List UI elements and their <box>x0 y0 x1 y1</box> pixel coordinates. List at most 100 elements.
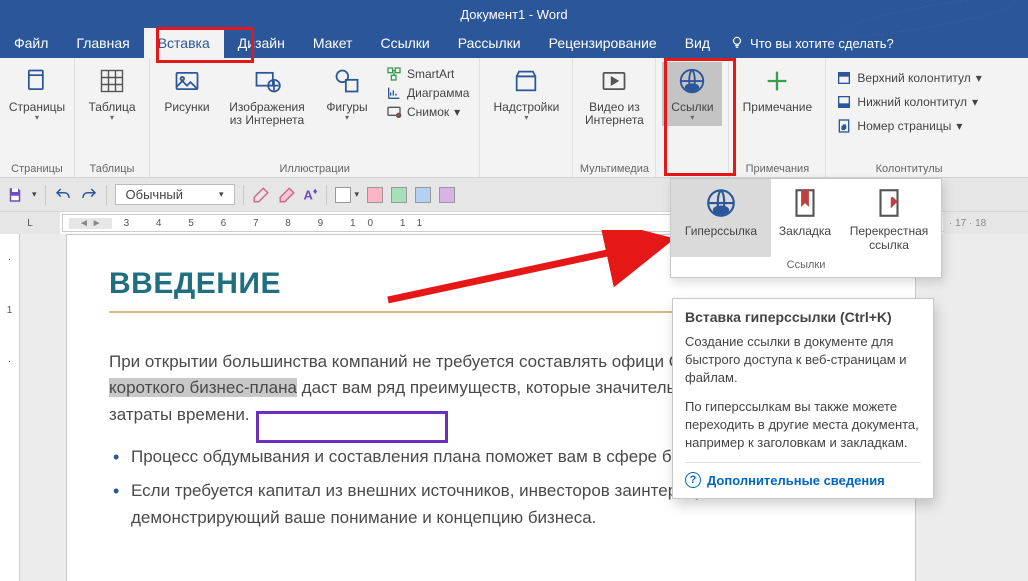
eraser-icon <box>278 186 296 204</box>
group-label <box>480 161 572 177</box>
comment-button[interactable]: Примечание <box>735 62 819 117</box>
style-value: Обычный <box>126 187 183 202</box>
table-button[interactable]: Таблица ▾ <box>81 62 143 126</box>
tab-references[interactable]: Ссылки <box>366 28 443 58</box>
tab-layout[interactable]: Макет <box>299 28 367 58</box>
qa-eraser-2[interactable] <box>278 186 296 204</box>
tooltip-hyperlink: Вставка гиперссылки (Ctrl+K) Создание сс… <box>672 298 934 499</box>
crossref-button[interactable]: Перекрестная ссылка <box>839 179 939 257</box>
pictures-button[interactable]: Рисунки <box>156 62 218 117</box>
svg-text:#: # <box>842 124 846 131</box>
tab-design[interactable]: Дизайн <box>224 28 299 58</box>
tooltip-text: Создание ссылки в документе для быстрого… <box>685 333 921 388</box>
crossref-label: Перекрестная ссылка <box>845 225 933 253</box>
qa-dropdown[interactable]: ▾ <box>32 189 37 200</box>
qa-eraser-1[interactable] <box>252 186 270 204</box>
qa-color-4[interactable] <box>439 187 455 203</box>
table-icon <box>96 65 128 97</box>
tab-home[interactable]: Главная <box>62 28 143 58</box>
pagenum-label: Номер страницы <box>857 119 951 133</box>
ribbon-insert: Страницы ▾ Страницы Таблица ▾ Таблицы Ри… <box>0 58 1028 178</box>
chart-icon <box>386 85 402 101</box>
screenshot-button[interactable]: Снимок ▾ <box>386 104 469 120</box>
group-links: Ссылки ▾ <box>656 58 729 177</box>
chart-button[interactable]: Диаграмма <box>386 85 469 101</box>
tab-view[interactable]: Вид <box>671 28 724 58</box>
bookmark-button[interactable]: Закладка <box>771 179 839 257</box>
group-headerfooter: Верхний колонтитул ▾ Нижний колонтитул ▾… <box>826 58 991 177</box>
chevron-down-icon: ▾ <box>956 119 962 133</box>
footer-button[interactable]: Нижний колонтитул ▾ <box>836 94 981 110</box>
header-button[interactable]: Верхний колонтитул ▾ <box>836 70 981 86</box>
selected-text[interactable]: короткого бизнес-плана <box>109 378 297 397</box>
redo-button[interactable] <box>80 186 98 204</box>
shapes-button[interactable]: Фигуры ▾ <box>316 62 378 126</box>
group-tables: Таблица ▾ Таблицы <box>75 58 150 177</box>
comment-label: Примечание <box>743 101 812 114</box>
tooltip-more-link[interactable]: ? Дополнительные сведения <box>685 462 921 488</box>
ruler-vertical[interactable]: ·1· <box>0 234 20 581</box>
online-pictures-button[interactable]: Изображения из Интернета <box>222 62 312 130</box>
hyperlink-button[interactable]: Гиперссылка <box>671 179 771 257</box>
links-button[interactable]: Ссылки ▾ <box>662 62 722 126</box>
lightbulb-icon <box>730 35 744 52</box>
help-icon: ? <box>685 472 701 488</box>
page-icon <box>21 65 53 97</box>
smartart-label: SmartArt <box>407 67 454 81</box>
addins-button[interactable]: Надстройки ▾ <box>486 62 566 126</box>
group-addins: Надстройки ▾ <box>480 58 573 177</box>
group-illustrations: Рисунки Изображения из Интернета Фигуры … <box>150 58 480 177</box>
panel-group-label: Ссылки <box>671 257 941 277</box>
pagenum-button[interactable]: # Номер страницы ▾ <box>836 118 981 134</box>
bookmark-label: Закладка <box>779 225 831 239</box>
chevron-down-icon: ▾ <box>690 114 694 123</box>
store-icon <box>510 65 542 97</box>
tooltip-text: По гиперссылкам вы также можете переходи… <box>685 398 921 453</box>
group-label: Иллюстрации <box>150 161 479 177</box>
smartart-icon <box>386 66 402 82</box>
video-icon <box>598 65 630 97</box>
tab-review[interactable]: Рецензирование <box>535 28 671 58</box>
chart-label: Диаграмма <box>407 86 469 100</box>
chevron-down-icon: ▾ <box>454 105 460 119</box>
group-label <box>656 161 728 177</box>
group-label: Примечания <box>729 161 825 177</box>
online-video-button[interactable]: Видео из Интернета <box>579 62 649 130</box>
hyperlink-label: Гиперссылка <box>685 225 757 239</box>
group-label: Колонтитулы <box>826 161 991 177</box>
group-label: Мультимедиа <box>573 161 655 177</box>
header-icon <box>836 70 852 86</box>
tab-file[interactable]: Файл <box>0 28 62 58</box>
qa-font-a[interactable]: A♦ <box>304 186 318 202</box>
chevron-down-icon: ▾ <box>972 95 978 109</box>
smartart-button[interactable]: SmartArt <box>386 66 469 82</box>
undo-button[interactable] <box>54 186 72 204</box>
pictures-label: Рисунки <box>164 101 209 114</box>
undo-icon <box>54 186 72 204</box>
tooltip-more-label: Дополнительные сведения <box>707 473 885 488</box>
tab-insert[interactable]: Вставка <box>144 28 224 58</box>
shapes-icon <box>331 65 363 97</box>
qa-color-3[interactable] <box>415 187 431 203</box>
screenshot-label: Снимок <box>407 105 449 119</box>
save-icon <box>6 186 24 204</box>
eraser-icon <box>252 186 270 204</box>
pages-button[interactable]: Страницы ▾ <box>6 62 68 126</box>
pagenum-icon: # <box>836 118 852 134</box>
tab-mailings[interactable]: Рассылки <box>444 28 535 58</box>
links-dropdown-panel: Гиперссылка Закладка Перекрестная ссылка… <box>670 178 942 278</box>
crossref-icon <box>871 185 907 221</box>
qa-color-2[interactable] <box>391 187 407 203</box>
save-button[interactable] <box>6 186 24 204</box>
screenshot-icon <box>386 104 402 120</box>
group-label: Таблицы <box>75 161 149 177</box>
footer-icon <box>836 94 852 110</box>
header-label: Верхний колонтитул <box>857 71 970 85</box>
chevron-down-icon: ▾ <box>345 114 349 123</box>
window-title: Документ1 - Word <box>460 7 567 22</box>
qa-color-1[interactable] <box>367 187 383 203</box>
title-bar: Документ1 - Word <box>0 0 1028 28</box>
tell-me-label: Что вы хотите сделать? <box>750 36 894 51</box>
style-selector[interactable]: Обычный ▾ <box>115 184 235 205</box>
qa-color-fill[interactable]: ▾ <box>335 187 360 203</box>
